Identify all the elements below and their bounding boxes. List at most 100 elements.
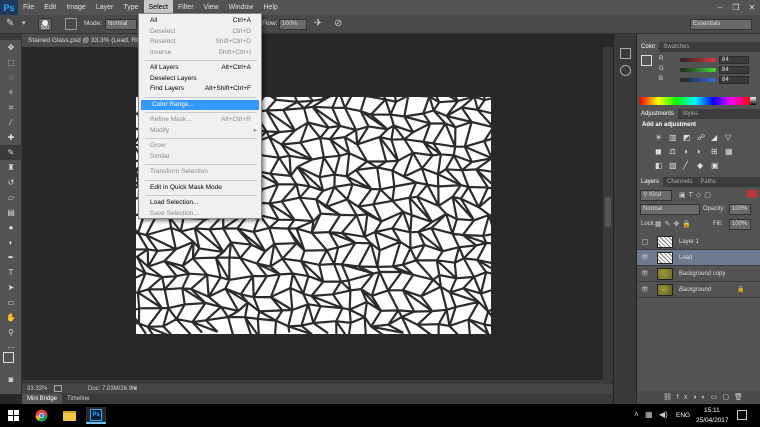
brush-tool-icon[interactable]: ✎ [6, 18, 14, 29]
menu-image[interactable]: Image [61, 0, 90, 15]
properties-panel-icon[interactable] [619, 65, 631, 76]
adjustment-icon[interactable]: ☍ [697, 133, 705, 142]
file-explorer-icon[interactable] [60, 407, 78, 424]
filter-toggle-icon[interactable] [747, 190, 757, 198]
adjustment-icon[interactable]: ☀ [655, 133, 662, 142]
select-menu-item-find-layers[interactable]: Find Layers Alt+Shift+Ctrl+F [139, 84, 261, 94]
tab-channels[interactable]: Channels [663, 177, 696, 187]
tab-color[interactable]: Color [637, 42, 660, 52]
adjustment-icon[interactable]: ◐ [697, 147, 702, 156]
adjustment-icon[interactable]: ⚖ [669, 147, 676, 156]
layer-actions-bar[interactable]: ⛓fx◑◐▭▢🗑 [637, 391, 760, 404]
select-menu-item-all[interactable]: All Ctrl+A [139, 16, 261, 26]
tab-swatches[interactable]: Swatches [659, 42, 693, 52]
adjustment-icon[interactable]: ⊞ [711, 147, 718, 156]
vertical-scrollbar[interactable] [603, 47, 613, 380]
windows-start-icon[interactable] [4, 407, 22, 424]
select-menu-item-refine-mask[interactable]: Refine Mask... Alt+Ctrl+R [139, 115, 261, 125]
chrome-icon[interactable] [32, 407, 50, 424]
adjustment-icon[interactable]: ◢ [711, 133, 717, 142]
visibility-toggle-empty[interactable] [642, 239, 648, 245]
tab-layers[interactable]: Layers [637, 177, 664, 187]
vertical-scroll-thumb[interactable] [605, 197, 611, 227]
tab-paths[interactable]: Paths [696, 177, 719, 187]
adjustment-icon[interactable]: ▦ [725, 147, 733, 156]
gradient-tool-icon[interactable]: ▤ [0, 205, 22, 220]
pen-tool-icon[interactable]: ✒ [0, 250, 22, 265]
channel-slider-b[interactable] [680, 78, 716, 82]
adjustment-icon[interactable]: ▥ [669, 133, 677, 142]
menu-edit[interactable]: Edit [39, 0, 61, 15]
clock-date[interactable]: 25/04/2017 [696, 417, 729, 424]
adjustment-icon[interactable]: ◑ [683, 147, 688, 156]
status-export-icon[interactable] [54, 385, 62, 392]
select-menu-item-deselect-layers[interactable]: Deselect Layers [139, 74, 261, 84]
select-menu-item-reselect[interactable]: Reselect Shift+Ctrl+D [139, 37, 261, 47]
adjustment-icon[interactable]: ◼ [655, 147, 662, 156]
tool-preset-chevron-icon[interactable]: ▾ [22, 19, 26, 27]
crop-tool-icon[interactable]: ⌗ [0, 100, 22, 115]
color-panel-foreground-swatch[interactable] [641, 55, 652, 66]
channel-value-g[interactable]: 84 [719, 66, 749, 74]
adjustment-icon[interactable]: ◩ [683, 133, 691, 142]
select-menu-item-modify[interactable]: Modify ▸ [139, 126, 261, 136]
fill-input[interactable]: 100% [729, 219, 751, 230]
channel-slider-r[interactable] [680, 58, 716, 62]
blend-mode-select[interactable]: Normal [640, 204, 700, 215]
blur-tool-icon[interactable]: ● [0, 220, 22, 235]
network-icon[interactable]: ▦ [645, 410, 653, 419]
volume-icon[interactable]: ◀) [659, 410, 668, 419]
tab-styles[interactable]: Styles [678, 109, 702, 119]
select-menu-item-load-selection[interactable]: Load Selection... [139, 198, 261, 208]
select-menu-item-edit-in-quick-mask-mode[interactable]: Edit in Quick Mask Mode [139, 183, 261, 193]
document-tab[interactable]: Stained Glass.psd @ 33.3% (Lead, RGB/8) [22, 34, 140, 47]
healing-brush-tool-icon[interactable]: ✚ [0, 130, 22, 145]
select-menu-item-grow[interactable]: Grow [139, 141, 261, 151]
tab-mini-bridge[interactable]: Mini Bridge [22, 394, 63, 404]
status-menu-chevron-icon[interactable]: ▸ [134, 384, 137, 394]
tray-chevron-icon[interactable]: ˄ [634, 410, 639, 419]
menu-help[interactable]: Help [259, 0, 283, 15]
close-icon[interactable]: ✕ [744, 0, 760, 15]
color-grayscale-ramp[interactable] [750, 97, 756, 105]
channel-value-r[interactable]: 84 [719, 56, 749, 64]
select-menu-item-similar[interactable]: Similar [139, 152, 261, 162]
select-menu-item-transform-selection[interactable]: Transform Selection [139, 167, 261, 177]
tab-timeline[interactable]: Timeline [62, 394, 94, 404]
adjustment-icon[interactable]: ▽ [725, 133, 731, 142]
quick-mask-icon[interactable]: ◙ [0, 372, 22, 387]
clock-time[interactable]: 15:11 [704, 407, 720, 414]
marquee-tool-icon[interactable]: ⬚ [0, 55, 22, 70]
visibility-eye-icon[interactable]: 👁 [641, 250, 649, 266]
eyedropper-tool-icon[interactable]: ⁄ [0, 115, 22, 130]
rectangle-tool-icon[interactable]: ▭ [0, 295, 22, 310]
type-tool-icon[interactable]: T [0, 265, 22, 280]
path-selection-tool-icon[interactable]: ➤ [0, 280, 22, 295]
select-menu-item-all-layers[interactable]: All Layers Alt+Ctrl+A [139, 63, 261, 73]
visibility-eye-icon[interactable]: 👁 [641, 266, 649, 282]
select-menu-item-deselect[interactable]: Deselect Ctrl+D [139, 27, 261, 37]
clone-stamp-tool-icon[interactable]: ♜ [0, 160, 22, 175]
airbrush-icon[interactable]: ✈ [314, 18, 322, 29]
mode-select[interactable]: Normal [105, 19, 137, 30]
adjustment-icon[interactable]: ◧ [655, 161, 663, 170]
brush-tool-icon[interactable]: ✎ [0, 145, 22, 160]
menu-file[interactable]: File [18, 0, 39, 15]
opacity-input[interactable]: 100% [729, 204, 751, 215]
brush-panel-toggle-icon[interactable] [65, 18, 77, 30]
quick-selection-tool-icon[interactable]: ✧ [0, 85, 22, 100]
foreground-color-swatch[interactable] [3, 352, 14, 363]
layer-filter-icons[interactable]: ▣T◇▢ [679, 191, 714, 199]
history-panel-icon[interactable] [619, 48, 631, 59]
zoom-tool-icon[interactable]: ⚲ [0, 325, 22, 340]
layer-row[interactable]: 👁 Background 🔒 [637, 282, 760, 298]
select-menu-item-save-selection[interactable]: Save Selection... [139, 209, 261, 219]
move-tool-icon[interactable]: ✥ [0, 40, 22, 55]
lock-icons[interactable]: ▦✎✥🔒 [655, 220, 694, 228]
layer-filter-select[interactable]: ⚲ Kind [640, 190, 672, 201]
action-center-icon[interactable] [737, 410, 747, 420]
lasso-tool-icon[interactable]: ◌ [0, 70, 22, 85]
visibility-eye-icon[interactable]: 👁 [641, 282, 649, 298]
history-brush-tool-icon[interactable]: ↺ [0, 175, 22, 190]
adjustment-icon[interactable]: ◆ [697, 161, 703, 170]
